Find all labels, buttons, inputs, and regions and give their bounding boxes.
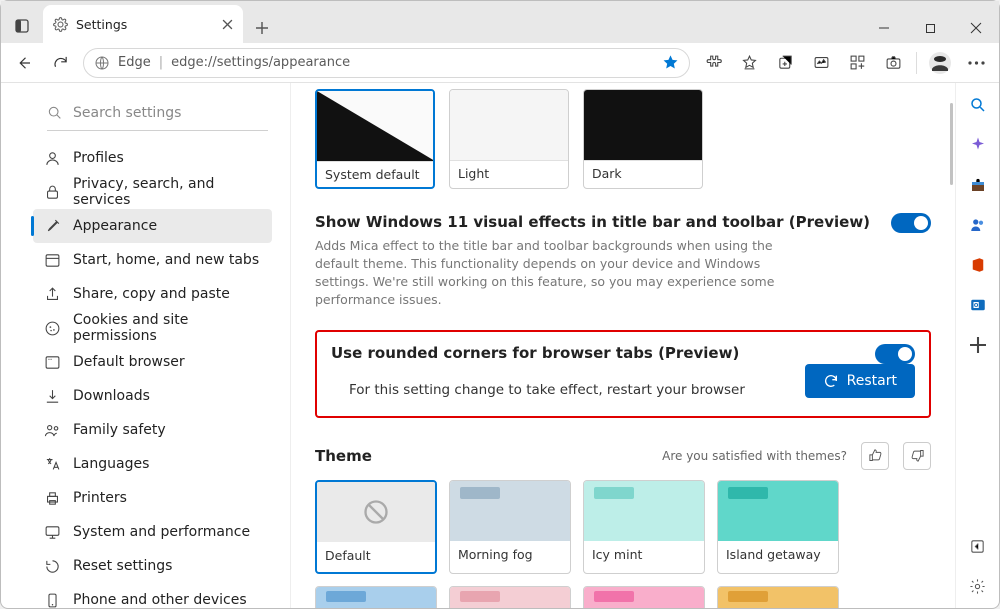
mode-system-default[interactable]: System default [315,89,435,189]
theme-section-title: Theme [315,447,372,465]
sidebar-item-phone[interactable]: Phone and other devices [33,583,272,608]
rounded-title: Use rounded corners for browser tabs (Pr… [331,344,739,362]
window-icon [43,251,61,269]
lock-icon [43,183,61,201]
back-button[interactable] [7,46,41,80]
new-tab-button[interactable] [247,13,277,43]
extensions-icon[interactable] [696,46,730,80]
search-placeholder: Search settings [73,105,181,121]
close-tab-icon[interactable] [222,19,233,30]
sidebar-settings-icon[interactable] [966,574,990,598]
settings-main: System default Light Dark Show Windows 1… [291,83,955,608]
sidebar-collapse-icon[interactable] [966,534,990,558]
settings-menu-button[interactable] [959,46,993,80]
sidebar-search-icon[interactable] [966,93,990,117]
refresh-button[interactable] [43,46,77,80]
sidebar-item-default-browser[interactable]: Default browser [33,345,272,379]
sidebar-outlook-icon[interactable]: O [966,293,990,317]
address-bar[interactable]: Edge | edge://settings/appearance [83,48,690,78]
close-window-button[interactable] [953,13,999,43]
sidebar-item-profiles[interactable]: Profiles [33,141,272,175]
sidebar-item-family[interactable]: Family safety [33,413,272,447]
share-icon [43,285,61,303]
address-path: edge://settings/appearance [171,55,350,70]
sidebar-item-system[interactable]: System and performance [33,515,272,549]
cookie-icon [43,319,61,337]
mode-dark[interactable]: Dark [583,89,703,189]
restart-icon [823,373,839,389]
theme-card[interactable]: Island getaway [717,480,839,574]
languages-icon [43,455,61,473]
sidebar-office-icon[interactable] [966,253,990,277]
download-icon [43,387,61,405]
sidebar-item-share[interactable]: Share, copy and paste [33,277,272,311]
printer-icon [43,489,61,507]
restart-button[interactable]: Restart [805,364,915,398]
thumbs-down-button[interactable] [903,442,931,470]
search-input[interactable]: Search settings [47,95,268,131]
thumbs-up-button[interactable] [861,442,889,470]
scrollbar-thumb[interactable] [950,103,953,185]
rounded-corners-section: Use rounded corners for browser tabs (Pr… [315,330,931,418]
visual-effects-desc: Adds Mica effect to the title bar and to… [315,237,815,310]
profile-icon [43,149,61,167]
visual-effects-toggle[interactable] [891,213,931,233]
phone-icon [43,591,61,608]
sidebar-item-languages[interactable]: Languages [33,447,272,481]
address-host: Edge [118,55,151,70]
theme-card[interactable]: Icy mint [583,480,705,574]
svg-text:O: O [973,303,978,309]
restart-message: For this setting change to take effect, … [349,382,745,398]
theme-card[interactable] [717,586,839,609]
theme-card[interactable] [583,586,705,609]
theme-card[interactable] [449,586,571,609]
search-icon [47,105,63,121]
collections-icon[interactable] [768,46,802,80]
tab-actions-button[interactable] [5,9,39,43]
sidebar-people-icon[interactable] [966,213,990,237]
settings-sidebar: Search settings Profiles Privacy, search… [1,83,291,608]
sidebar-shopping-icon[interactable] [966,173,990,197]
reset-icon [43,557,61,575]
maximize-button[interactable] [907,13,953,43]
side-panel: O [955,83,999,608]
theme-card[interactable]: Default [315,480,437,574]
profile-avatar[interactable] [923,46,957,80]
system-icon [43,523,61,541]
site-identity-icon [94,55,110,71]
screenshot-icon[interactable] [876,46,910,80]
sidebar-item-printers[interactable]: Printers [33,481,272,515]
theme-card[interactable] [315,586,437,609]
browser-tab[interactable]: Settings [43,5,243,43]
performance-icon[interactable] [804,46,838,80]
browser-icon [43,353,61,371]
family-icon [43,421,61,439]
sidebar-item-privacy[interactable]: Privacy, search, and services [33,175,272,209]
sidebar-item-appearance[interactable]: Appearance [33,209,272,243]
sidebar-item-start[interactable]: Start, home, and new tabs [33,243,272,277]
sidebar-add-icon[interactable] [966,333,990,357]
sidebar-item-reset[interactable]: Reset settings [33,549,272,583]
mode-light[interactable]: Light [449,89,569,189]
theme-feedback-question: Are you satisfied with themes? [662,449,847,463]
visual-effects-title: Show Windows 11 visual effects in title … [315,213,870,231]
appearance-icon [43,217,61,235]
favorite-star-icon[interactable] [662,54,679,71]
tab-title: Settings [76,17,127,32]
minimize-button[interactable] [861,13,907,43]
rounded-toggle[interactable] [875,344,915,364]
apps-icon[interactable] [840,46,874,80]
theme-card[interactable]: Morning fog [449,480,571,574]
gear-icon [53,17,68,32]
sidebar-sparkle-icon[interactable] [966,133,990,157]
sidebar-item-cookies[interactable]: Cookies and site permissions [33,311,272,345]
favorites-icon[interactable] [732,46,766,80]
sidebar-item-downloads[interactable]: Downloads [33,379,272,413]
